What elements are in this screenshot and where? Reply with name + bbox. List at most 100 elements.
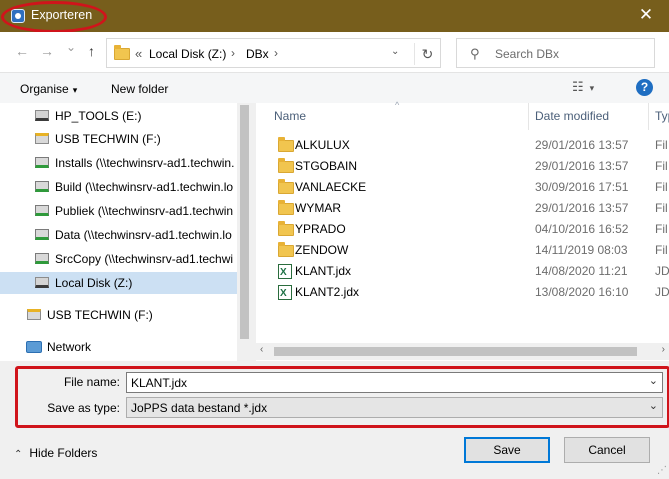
- file-row-zendow[interactable]: ZENDOW 14/11/2019 08:03 Fil: [256, 240, 669, 261]
- file-date: 14/08/2020 11:21: [535, 264, 628, 278]
- back-arrow-icon[interactable]: ←: [15, 43, 29, 59]
- horizontal-scrollbar[interactable]: ‹ ›: [256, 343, 669, 360]
- file-type: Fil: [655, 243, 668, 257]
- change-view-button[interactable]: ☷ ▾: [572, 79, 612, 95]
- nav-item-installs[interactable]: Installs (\\techwinsrv-ad1.techwin.: [0, 152, 237, 174]
- file-type: Fil: [655, 159, 668, 173]
- jdx-file-icon: [278, 283, 292, 304]
- file-date: 04/10/2016 16:52: [535, 222, 629, 236]
- caret-down-icon: ▾: [589, 83, 595, 93]
- chevron-up-icon: ⌃: [14, 449, 23, 460]
- file-row-alkulux[interactable]: ALKULUX 29/01/2016 13:57 Fil: [256, 135, 669, 156]
- network-drive-icon: [35, 205, 49, 216]
- refresh-icon[interactable]: ↻: [414, 43, 440, 65]
- column-header-type[interactable]: Typ: [655, 103, 669, 130]
- usb-drive-icon: [35, 133, 49, 144]
- caret-down-icon: ▾: [72, 85, 78, 95]
- drive-icon: [35, 110, 49, 121]
- scroll-right-icon[interactable]: ›: [662, 344, 665, 355]
- usb-drive-icon: [27, 309, 41, 320]
- breadcrumb-dbx[interactable]: DBx: [246, 47, 269, 61]
- nav-item-local-disk-z[interactable]: Local Disk (Z:): [0, 272, 237, 294]
- hide-folders-button[interactable]: ⌃ Hide Folders: [14, 446, 97, 460]
- up-arrow-icon[interactable]: ↑: [88, 43, 95, 59]
- file-date: 30/09/2016 17:51: [535, 180, 629, 194]
- file-name: STGOBAIN: [295, 159, 358, 173]
- folder-icon: [278, 158, 294, 173]
- search-box[interactable]: ⚲ Search DBx: [456, 38, 655, 68]
- file-row-wymar[interactable]: WYMAR 29/01/2016 13:57 Fil: [256, 198, 669, 219]
- nav-item-hp-tools[interactable]: HP_TOOLS (E:): [0, 105, 237, 127]
- file-date: 29/01/2016 13:57: [535, 201, 629, 215]
- file-date: 13/08/2020 16:10: [535, 285, 629, 299]
- file-name: WYMAR: [295, 201, 341, 215]
- nav-item-network[interactable]: Network: [0, 336, 237, 358]
- nav-item-label: SrcCopy (\\techwinsrv-ad1.techwi: [55, 252, 234, 266]
- column-divider[interactable]: [648, 103, 649, 130]
- nav-item-label: Build (\\techwinsrv-ad1.techwin.lo: [55, 180, 234, 194]
- nav-item-usb-techwin[interactable]: USB TECHWIN (F:): [0, 128, 237, 150]
- breadcrumb-local-disk[interactable]: Local Disk (Z:): [149, 47, 226, 61]
- nav-item-data[interactable]: Data (\\techwinsrv-ad1.techwin.lo: [0, 224, 237, 246]
- forward-arrow-icon[interactable]: →: [40, 43, 54, 59]
- file-name: KLANT.jdx: [295, 264, 352, 278]
- address-field[interactable]: « Local Disk (Z:) › DBx › ⌄ ↻: [106, 38, 441, 68]
- view-list-icon: ☷: [572, 79, 584, 94]
- nav-item-label: Local Disk (Z:): [55, 276, 133, 290]
- nav-item-build[interactable]: Build (\\techwinsrv-ad1.techwin.lo: [0, 176, 237, 198]
- network-drive-icon: [35, 229, 49, 240]
- navigation-pane: HP_TOOLS (E:) USB TECHWIN (F:) Installs …: [0, 103, 252, 361]
- file-date: 14/11/2019 08:03: [535, 243, 628, 257]
- folder-icon: [278, 242, 294, 257]
- file-type: JD: [655, 285, 669, 299]
- file-type: Fil: [655, 138, 668, 152]
- scrollbar-thumb[interactable]: [274, 347, 637, 356]
- file-name: KLANT2.jdx: [295, 285, 360, 299]
- file-name: YPRADO: [295, 222, 346, 236]
- file-date: 29/01/2016 13:57: [535, 138, 629, 152]
- file-row-klant2-jdx[interactable]: KLANT2.jdx 13/08/2020 16:10 JD: [256, 282, 669, 304]
- recent-locations-chevron-icon[interactable]: ⌄: [66, 40, 76, 54]
- nav-item-usb-techwin-root[interactable]: USB TECHWIN (F:): [0, 304, 237, 326]
- address-dropdown-icon[interactable]: ⌄: [391, 46, 399, 57]
- column-header-name[interactable]: Name: [274, 103, 306, 130]
- file-row-stgobain[interactable]: STGOBAIN 29/01/2016 13:57 Fil: [256, 156, 669, 177]
- search-icon: ⚲: [470, 46, 480, 61]
- cancel-button[interactable]: Cancel: [564, 437, 650, 463]
- scrollbar-thumb[interactable]: [240, 105, 249, 339]
- new-folder-button[interactable]: New folder: [111, 82, 168, 96]
- file-row-klant-jdx[interactable]: KLANT.jdx 14/08/2020 11:21 JD: [256, 261, 669, 283]
- network-icon: [26, 341, 42, 353]
- title-highlight-annotation: [1, 1, 107, 33]
- breadcrumb-separator-icon[interactable]: ›: [231, 46, 235, 60]
- jdx-file-icon: [278, 262, 292, 283]
- nav-item-label: Publiek (\\techwinsrv-ad1.techwin: [55, 204, 234, 218]
- overflow-chevrons-icon[interactable]: «: [135, 46, 142, 61]
- close-button[interactable]: ✕: [623, 0, 669, 32]
- network-drive-icon: [35, 157, 49, 168]
- nav-item-label: USB TECHWIN (F:): [47, 308, 153, 322]
- column-header-date-modified[interactable]: Date modified: [535, 103, 609, 130]
- file-row-yprado[interactable]: YPRADO 04/10/2016 16:52 Fil: [256, 219, 669, 240]
- organise-button[interactable]: Organise ▾: [20, 82, 77, 96]
- file-type: Fil: [655, 222, 668, 236]
- navigation-scrollbar[interactable]: [237, 103, 252, 361]
- resize-grip-icon[interactable]: ⋰: [657, 465, 667, 476]
- column-divider[interactable]: [528, 103, 529, 130]
- file-type: JD: [655, 264, 669, 278]
- network-drive-icon: [35, 181, 49, 192]
- scroll-left-icon[interactable]: ‹: [260, 344, 263, 355]
- save-button[interactable]: Save: [464, 437, 550, 463]
- breadcrumb-separator-icon[interactable]: ›: [274, 46, 278, 60]
- nav-item-label: HP_TOOLS (E:): [55, 109, 142, 123]
- hide-folders-label: Hide Folders: [29, 446, 98, 460]
- folder-icon: [278, 200, 294, 215]
- nav-item-publiek[interactable]: Publiek (\\techwinsrv-ad1.techwin: [0, 200, 237, 222]
- help-icon[interactable]: ?: [636, 79, 653, 96]
- file-row-vanlaecke[interactable]: VANLAECKE 30/09/2016 17:51 Fil: [256, 177, 669, 198]
- command-bar: Organise ▾ New folder ☷ ▾ ?: [0, 72, 669, 103]
- nav-item-label: Network: [47, 340, 92, 354]
- search-placeholder: Search DBx: [495, 47, 560, 61]
- network-drive-icon: [35, 253, 49, 264]
- nav-item-srccopy[interactable]: SrcCopy (\\techwinsrv-ad1.techwi: [0, 248, 237, 270]
